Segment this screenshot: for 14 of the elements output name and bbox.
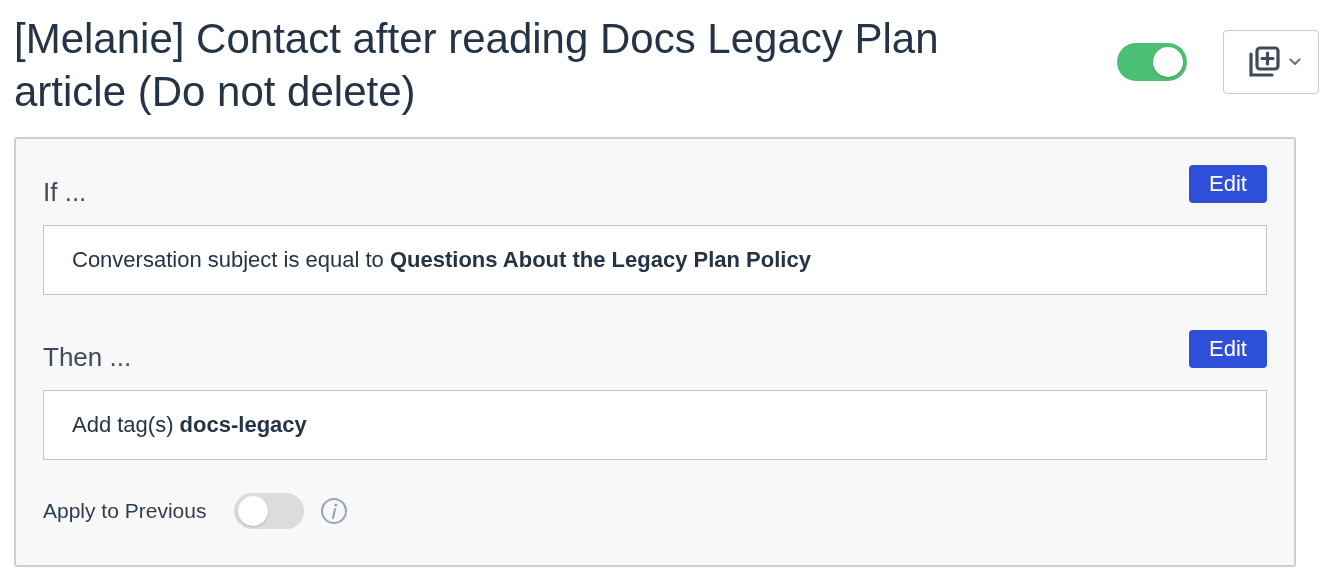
toggle-switch[interactable] bbox=[1117, 43, 1187, 81]
duplicate-icon bbox=[1247, 45, 1281, 79]
info-icon[interactable] bbox=[320, 497, 349, 525]
page-title: [Melanie] Contact after reading Docs Legacy Plan article (Do not delete) bbox=[14, 14, 940, 117]
edit-button[interactable]: Edit bbox=[1189, 165, 1267, 203]
section-heading: If ... bbox=[43, 177, 87, 208]
toggle-switch[interactable] bbox=[234, 493, 305, 529]
apply-label: Apply to Previous bbox=[43, 499, 207, 523]
section-heading: Then ... bbox=[43, 342, 132, 373]
edit-button[interactable]: Edit bbox=[1189, 330, 1267, 368]
rule-summary: Add tag(s) docs-legacy bbox=[43, 390, 1267, 460]
rule-summary: Conversation subject is equal to Questions About the Legacy Plan Policy bbox=[43, 225, 1267, 295]
duplicate-menu-button[interactable] bbox=[1223, 30, 1319, 94]
caret-icon bbox=[1289, 58, 1301, 66]
